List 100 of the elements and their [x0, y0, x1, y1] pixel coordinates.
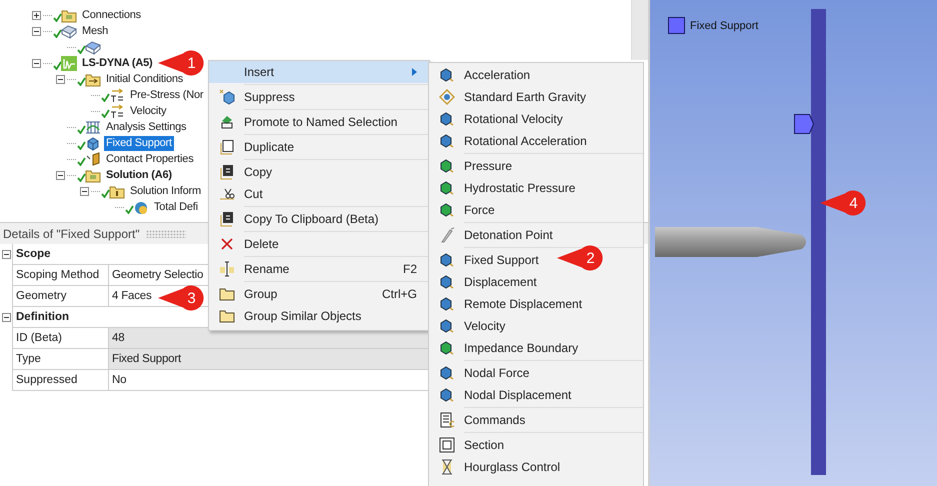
- menu-item[interactable]: Copy: [209, 161, 429, 183]
- legend-swatch: [668, 17, 685, 34]
- menu-item[interactable]: Group Similar Objects: [209, 305, 429, 327]
- check-icon: [77, 45, 86, 54]
- menu-item[interactable]: Suppress: [209, 86, 429, 108]
- property-name: Geometry: [12, 286, 108, 307]
- submenu-arrow-icon: [412, 68, 417, 76]
- callout-tooltip: 2: [557, 245, 603, 271]
- menu-item[interactable]: Insert: [209, 61, 429, 83]
- cube-icon: [438, 365, 454, 381]
- expand-toggle[interactable]: [80, 186, 89, 196]
- cube-icon: [438, 111, 454, 127]
- copy-icon: [218, 211, 234, 227]
- callout-tooltip: 3: [158, 285, 204, 311]
- cube-icon: [438, 180, 454, 196]
- menu-item[interactable]: Copy To Clipboard (Beta): [209, 208, 429, 230]
- close-icon: [218, 236, 234, 252]
- menu-item[interactable]: Commands: [429, 409, 530, 431]
- legend-label: Fixed Support: [690, 20, 758, 32]
- cube-icon: [438, 340, 454, 356]
- tree-item[interactable]: Pre-Stress (Nor: [128, 88, 206, 102]
- copy-icon: [218, 164, 234, 180]
- support-marker-icon: [794, 114, 814, 134]
- expand-toggle[interactable]: [32, 10, 41, 20]
- menu-item[interactable]: Pressure: [429, 155, 516, 177]
- menu-item[interactable]: Nodal Force: [429, 362, 534, 384]
- expand-toggle[interactable]: [56, 170, 65, 180]
- cube-icon: [85, 136, 101, 150]
- result-icon: [133, 200, 149, 214]
- menu-item[interactable]: Fixed Support: [429, 249, 543, 271]
- check-icon: [125, 205, 134, 214]
- t0-arrow-icon: [109, 88, 125, 102]
- graph-icon: [61, 56, 77, 70]
- tree-item[interactable]: LS-DYNA (A5): [80, 56, 155, 70]
- menu-item[interactable]: Nodal Displacement: [429, 384, 576, 406]
- menu-item[interactable]: Rotational Acceleration: [429, 130, 591, 152]
- frame-icon: [85, 120, 101, 134]
- menu-item[interactable]: Group Ctrl+G: [209, 283, 429, 305]
- expand-toggle[interactable]: [32, 58, 41, 68]
- text-cursor-icon: [218, 261, 234, 277]
- callout-tooltip: 4: [820, 190, 866, 216]
- scissors-icon: [218, 186, 234, 202]
- expand-toggle[interactable]: [32, 26, 41, 36]
- cube-icon: [438, 158, 454, 174]
- collapse-toggle[interactable]: [2, 250, 10, 259]
- menu-item[interactable]: Duplicate: [209, 136, 429, 158]
- menu-item[interactable]: Force: [429, 199, 499, 221]
- menu-item[interactable]: Section: [429, 434, 508, 456]
- tree-item[interactable]: Total Defi: [152, 200, 200, 214]
- menu-item[interactable]: Hydrostatic Pressure: [429, 177, 580, 199]
- cube-icon: [438, 318, 454, 334]
- property-value: Fixed Support: [108, 349, 430, 370]
- cube-icon: [438, 296, 454, 312]
- mesh-icon: [61, 24, 77, 38]
- property-name: Suppressed: [12, 370, 108, 391]
- collapse-toggle[interactable]: [2, 313, 10, 322]
- cube-icon: [438, 67, 454, 83]
- header-grip[interactable]: [146, 230, 186, 238]
- menu-item[interactable]: Hourglass Control: [429, 456, 564, 478]
- tree-item[interactable]: Fixed Support: [104, 136, 174, 150]
- expand-toggle[interactable]: [56, 74, 65, 84]
- menu-item[interactable]: Cut: [209, 183, 429, 205]
- menu-item[interactable]: Acceleration: [429, 64, 534, 86]
- tree-item[interactable]: Mesh: [80, 24, 110, 38]
- property-value: 48: [108, 328, 430, 349]
- cube-icon: [438, 202, 454, 218]
- folder-icon: [218, 286, 234, 302]
- folder-icon: [61, 8, 77, 22]
- menu-item[interactable]: Velocity: [429, 315, 510, 337]
- section-icon: [438, 437, 454, 453]
- scrollbar[interactable]: [631, 0, 648, 60]
- tree-item[interactable]: Connections: [80, 8, 143, 22]
- menu-item[interactable]: Impedance Boundary: [429, 337, 582, 359]
- t0-arrow-icon: [109, 104, 125, 118]
- cube-icon: [438, 133, 454, 149]
- menu-item[interactable]: Displacement: [429, 271, 541, 293]
- property-name: Scoping Method: [12, 265, 108, 286]
- copy-icon: [218, 139, 234, 155]
- tree-item[interactable]: Contact Properties: [104, 152, 196, 166]
- tree-item[interactable]: Velocity: [128, 104, 168, 118]
- folder-icon: [85, 168, 101, 182]
- document-icon: [438, 412, 454, 428]
- check-icon: [53, 61, 62, 70]
- cube-icon: [218, 89, 234, 105]
- menu-item[interactable]: Remote Displacement: [429, 293, 586, 315]
- menu-item[interactable]: Promote to Named Selection: [209, 111, 429, 133]
- folder-icon: [109, 184, 125, 198]
- tree-item[interactable]: Analysis Settings: [104, 120, 188, 134]
- folder-icon: [85, 72, 101, 86]
- tree-item[interactable]: Solution (A6): [104, 168, 174, 182]
- cube-icon: [438, 252, 454, 268]
- menu-item[interactable]: Rotational Velocity: [429, 108, 567, 130]
- cube-icon: [438, 387, 454, 403]
- check-icon: [101, 189, 110, 198]
- tree-item[interactable]: Solution Inform: [128, 184, 203, 198]
- check-icon: [77, 77, 86, 86]
- menu-item[interactable]: Detonation Point: [429, 224, 557, 246]
- menu-item[interactable]: Standard Earth Gravity: [429, 86, 590, 108]
- cube-icon: [438, 274, 454, 290]
- folder-icon: [218, 308, 234, 324]
